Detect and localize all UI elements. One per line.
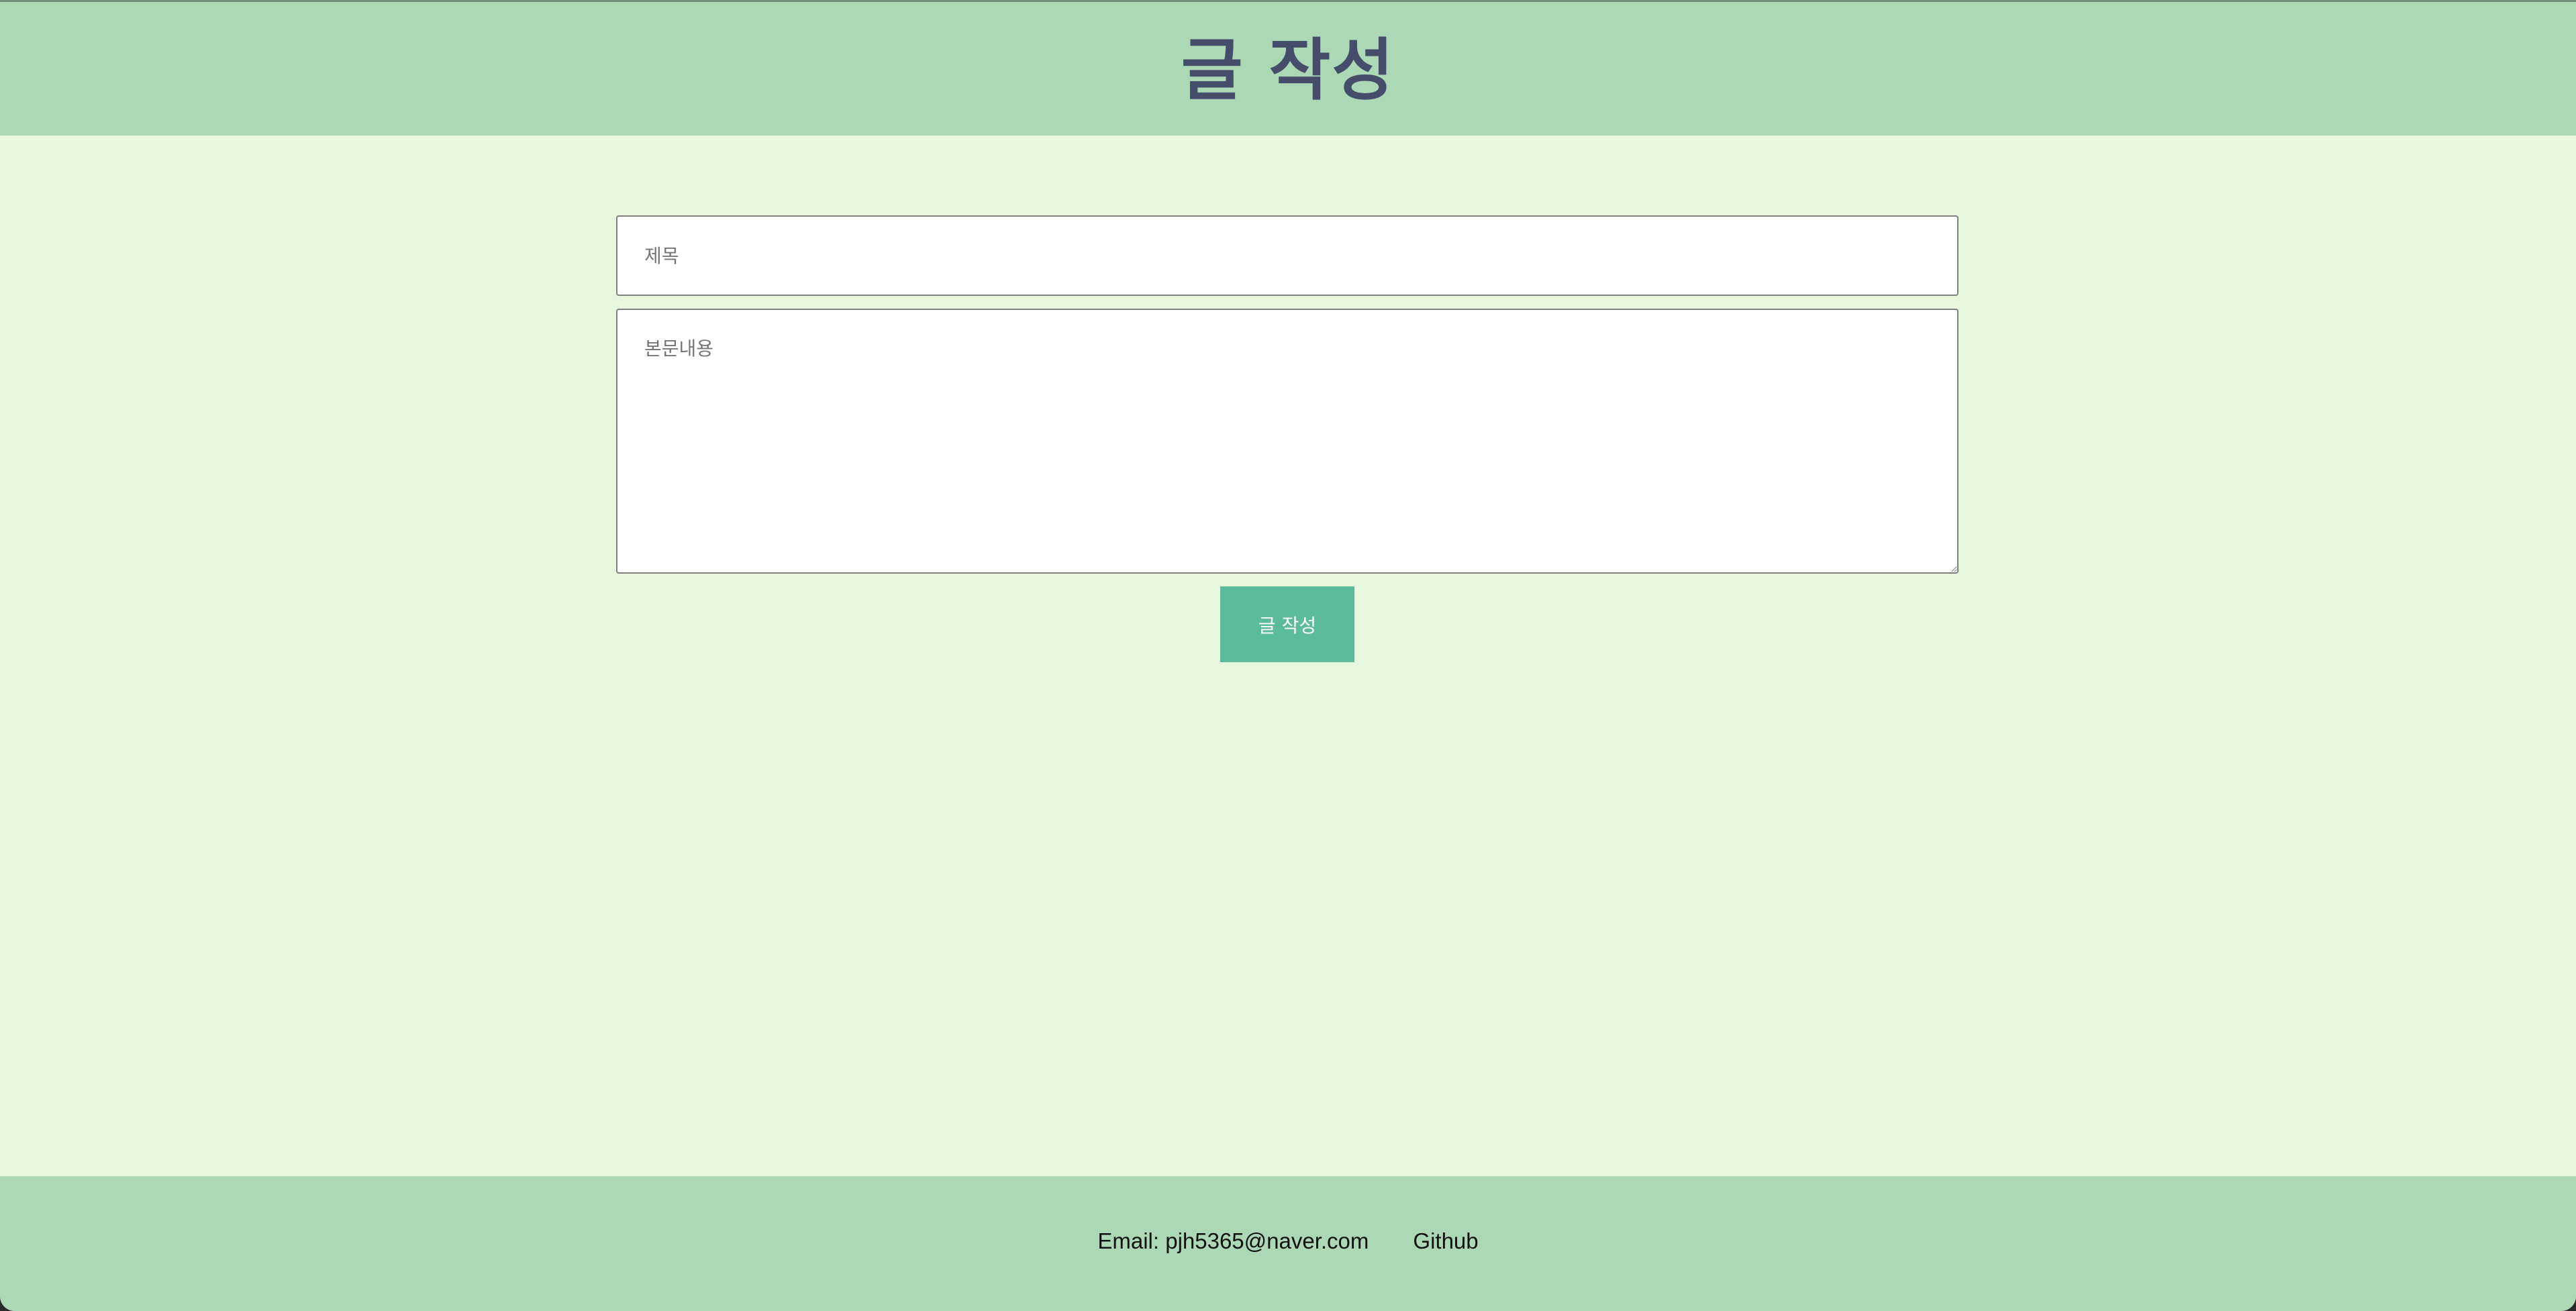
- footer-links: Email: pjh5365@naver.com Github: [0, 1228, 2576, 1254]
- title-input[interactable]: [616, 215, 1959, 296]
- body-textarea[interactable]: [616, 309, 1959, 574]
- window-top-edge: [0, 0, 2576, 2]
- page: 글 작성 글 작성 Email: pjh5365@naver.com Githu…: [0, 0, 2576, 1311]
- footer-email: Email: pjh5365@naver.com: [1097, 1228, 1369, 1253]
- page-header: 글 작성: [0, 0, 2576, 136]
- page-footer: Email: pjh5365@naver.com Github: [0, 1176, 2576, 1311]
- github-link[interactable]: Github: [1413, 1228, 1478, 1254]
- submit-post-button[interactable]: 글 작성: [1220, 586, 1354, 662]
- page-title: 글 작성: [1181, 30, 1395, 109]
